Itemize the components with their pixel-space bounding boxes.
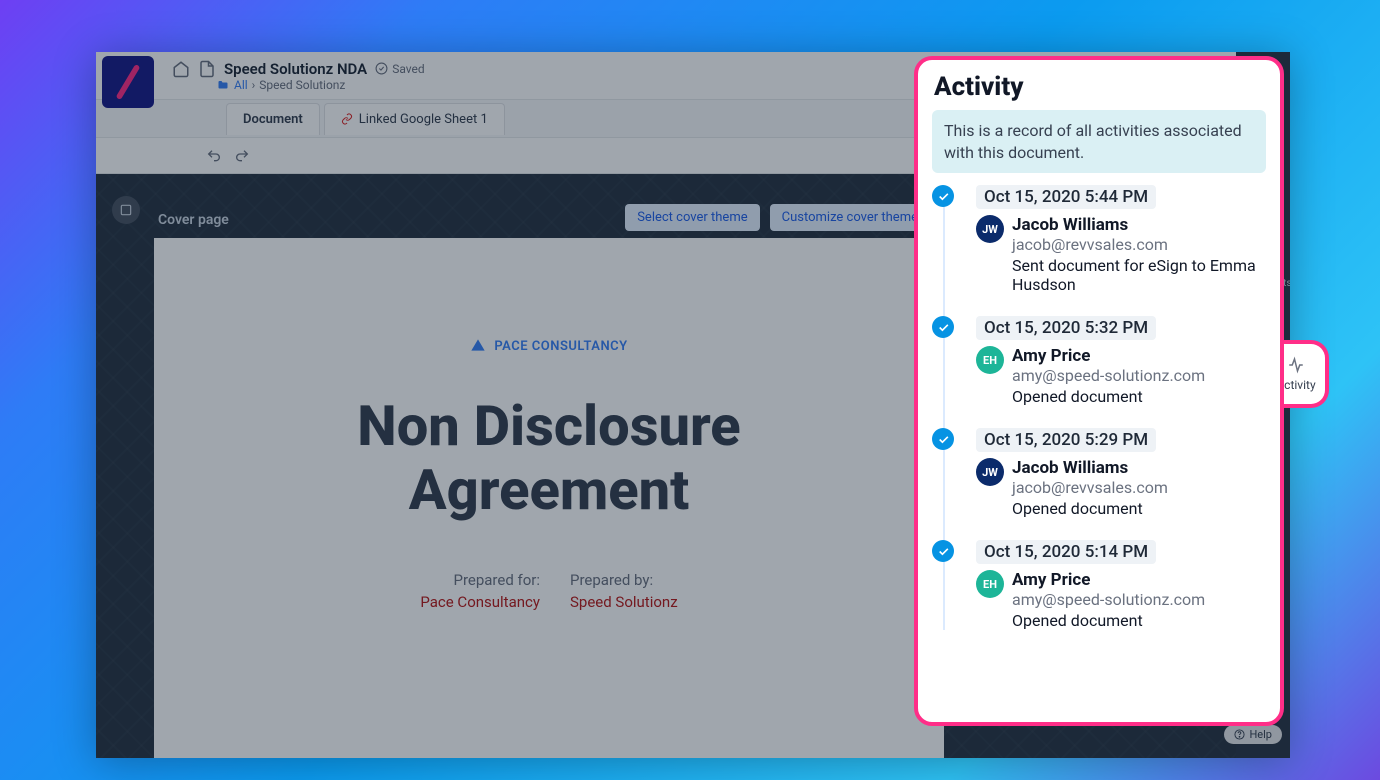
avatar: EH (976, 346, 1004, 374)
prepared-row: Prepared for: Pace Consultancy Prepared … (194, 571, 904, 611)
avatar: JW (976, 458, 1004, 486)
document-heading: Non Disclosure Agreement (194, 394, 904, 523)
event-action: Opened document (1012, 499, 1168, 518)
undo-icon[interactable] (206, 148, 222, 164)
layers-icon (119, 203, 133, 217)
help-icon (1234, 729, 1245, 740)
activity-event[interactable]: Oct 15, 2020 5:32 PM EH Amy Price amy@sp… (932, 316, 1266, 406)
help-button[interactable]: Help (1224, 725, 1282, 744)
event-action: Opened document (1012, 611, 1205, 630)
event-action: Sent document for eSign to Emma Husdson (1012, 256, 1266, 294)
event-user-name: Jacob Williams (1012, 215, 1266, 235)
title-line-1: Non Disclosure (194, 394, 904, 458)
brand-name: PACE CONSULTANCY (494, 339, 627, 354)
tab-sheet-label: Linked Google Sheet 1 (359, 112, 488, 127)
event-check-icon (932, 316, 954, 338)
event-user-email: jacob@revvsales.com (1012, 235, 1266, 254)
event-time: Oct 15, 2020 5:44 PM (976, 185, 1156, 209)
event-check-icon (932, 428, 954, 450)
event-user-name: Jacob Williams (1012, 458, 1168, 478)
event-action: Opened document (1012, 387, 1205, 406)
tab-document[interactable]: Document (226, 103, 320, 135)
saved-label: Saved (392, 62, 424, 76)
document-title: Speed Solutionz NDA (224, 60, 367, 78)
brand-logo-icon (470, 338, 486, 354)
prepared-for-value: Pace Consultancy (420, 593, 540, 611)
cover-page-label: Cover page (158, 212, 229, 228)
document-icon (198, 60, 216, 78)
activity-timeline: Oct 15, 2020 5:44 PM JW Jacob Williams j… (932, 185, 1266, 630)
tab-document-label: Document (243, 112, 303, 127)
activity-event[interactable]: Oct 15, 2020 5:44 PM JW Jacob Williams j… (932, 185, 1266, 294)
slash-icon (111, 65, 145, 99)
event-user-email: jacob@revvsales.com (1012, 478, 1168, 497)
folder-icon (216, 79, 230, 91)
event-user-email: amy@speed-solutionz.com (1012, 366, 1205, 385)
activity-event[interactable]: Oct 15, 2020 5:14 PM EH Amy Price amy@sp… (932, 540, 1266, 630)
check-circle-icon (375, 62, 388, 75)
event-user-email: amy@speed-solutionz.com (1012, 590, 1205, 609)
avatar: EH (976, 570, 1004, 598)
link-icon (341, 113, 353, 125)
prepared-by-value: Speed Solutionz (570, 593, 678, 611)
tab-linked-sheet[interactable]: Linked Google Sheet 1 (324, 103, 505, 135)
event-time: Oct 15, 2020 5:14 PM (976, 540, 1156, 564)
event-user-name: Amy Price (1012, 570, 1205, 590)
breadcrumb-current[interactable]: Speed Solutionz (259, 78, 345, 92)
redo-icon[interactable] (234, 148, 250, 164)
home-icon[interactable] (172, 60, 190, 78)
avatar: JW (976, 215, 1004, 243)
customize-cover-theme-button[interactable]: Customize cover theme (770, 204, 930, 231)
breadcrumb: All › Speed Solutionz (216, 78, 425, 92)
prepared-for-label: Prepared for: (420, 571, 540, 589)
app-logo[interactable] (102, 56, 154, 108)
title-line-2: Agreement (194, 458, 904, 522)
event-time: Oct 15, 2020 5:29 PM (976, 428, 1156, 452)
activity-panel: Activity This is a record of all activit… (914, 56, 1284, 726)
event-time: Oct 15, 2020 5:32 PM (976, 316, 1156, 340)
activity-event[interactable]: Oct 15, 2020 5:29 PM JW Jacob Williams j… (932, 428, 1266, 518)
event-check-icon (932, 540, 954, 562)
activity-pulse-icon (1285, 356, 1307, 374)
select-cover-theme-button[interactable]: Select cover theme (625, 204, 759, 231)
activity-title: Activity (934, 72, 1266, 102)
event-check-icon (932, 185, 954, 207)
cover-page[interactable]: PACE CONSULTANCY Non Disclosure Agreemen… (154, 238, 944, 758)
prepared-by-label: Prepared by: (570, 571, 678, 589)
event-user-name: Amy Price (1012, 346, 1205, 366)
saved-status: Saved (375, 62, 424, 76)
activity-description: This is a record of all activities assoc… (932, 110, 1266, 173)
page-settings-icon[interactable] (112, 196, 140, 224)
brand-row: PACE CONSULTANCY (194, 338, 904, 354)
breadcrumb-all[interactable]: All (234, 78, 248, 92)
help-label: Help (1249, 728, 1272, 741)
